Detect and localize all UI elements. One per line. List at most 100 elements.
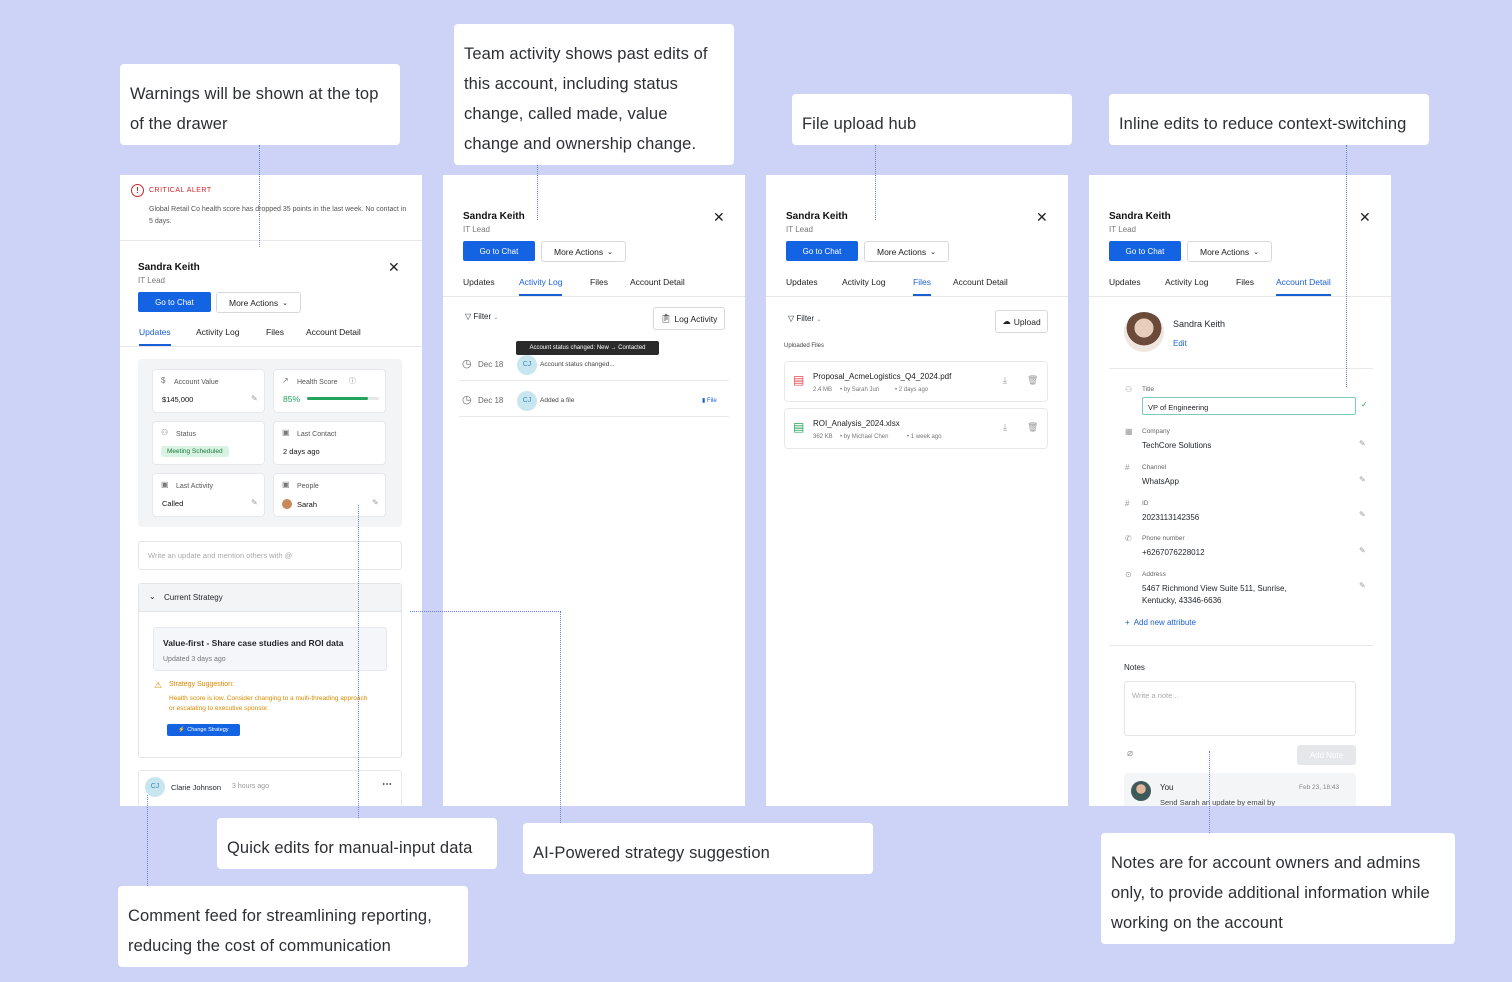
download-icon[interactable]: ⤓ [1003,422,1007,433]
activity-date: Dec 18 [478,360,504,369]
close-icon[interactable]: ✕ [388,259,400,276]
filter-icon: ▽ [788,314,795,323]
close-icon[interactable]: ✕ [1036,209,1048,226]
note-text: Send Sarah an update by email by [1160,798,1276,806]
comment-author: Clarie Johnson [171,783,222,792]
strategy-header[interactable]: ⌄ Current Strategy [139,584,401,612]
upload-button[interactable]: ☁ Upload [995,310,1048,333]
title-input[interactable]: VP of Engineering [1142,397,1356,415]
tab-account-detail[interactable]: Account Detail [1276,277,1331,296]
more-actions-button[interactable]: More Actions ⌄ [1187,241,1272,262]
metric-last-contact: ▣ Last Contact 2 days ago [273,421,386,465]
panel-files: Sandra Keith IT Lead ✕ Go to Chat More A… [766,175,1068,806]
callout-team-activity: Team activity shows past edits of this a… [454,24,734,165]
connector-line [410,611,561,612]
change-strategy-button[interactable]: ⚡ Change Strategy [167,724,240,736]
filter-button[interactable]: ▽ Filter ⌄ [788,314,821,323]
tab-updates[interactable]: Updates [786,277,818,287]
tab-files[interactable]: Files [266,327,284,337]
tab-account-detail[interactable]: Account Detail [953,277,1008,287]
pencil-icon[interactable]: ✎ [372,498,379,507]
uploaded-files-label: Uploaded Files [784,343,825,349]
company-value: TechCore Solutions [1142,441,1212,450]
pencil-icon[interactable]: ✎ [1359,475,1366,484]
note-input[interactable]: Write a note... [1124,681,1356,736]
check-icon[interactable]: ✓ [1361,400,1368,409]
trash-icon[interactable]: 🗑︎ [1027,422,1038,433]
panel-updates: ! CRITICAL ALERT Global Retail Co health… [120,175,422,806]
pencil-icon[interactable]: ✎ [1359,510,1366,519]
tab-bar: Updates Activity Log Files Account Detai… [766,275,1068,297]
tab-files[interactable]: Files [913,277,931,296]
critical-alert-banner: ! CRITICAL ALERT Global Retail Co health… [120,175,422,241]
tab-activity-log[interactable]: Activity Log [842,277,885,287]
close-icon[interactable]: ✕ [713,209,725,226]
file-icon: ▮ [702,398,706,404]
download-icon[interactable]: ⤓ [1003,375,1007,386]
add-attribute-link[interactable]: + Add new attribute [1125,618,1196,627]
tab-account-detail[interactable]: Account Detail [306,327,361,337]
tab-account-detail[interactable]: Account Detail [630,277,685,287]
go-to-chat-button[interactable]: Go to Chat [138,292,211,312]
pencil-icon[interactable]: ✎ [251,498,258,507]
activity-entry[interactable]: ◷ Dec 18 CJ Account status changed... [459,347,729,381]
avatar [1124,312,1164,352]
pencil-icon[interactable]: ✎ [1359,546,1366,555]
tab-activity-log[interactable]: Activity Log [196,327,239,337]
filter-label: Filter [473,312,492,321]
add-note-label: Add Note [1309,750,1344,760]
panel-activity-log: Sandra Keith IT Lead ✕ Go to Chat More A… [443,175,745,806]
paperclip-icon[interactable]: ⌀ [1127,748,1133,759]
file-item[interactable]: ▤ Proposal_AcmeLogistics_Q4_2024.pdf 2.4… [784,361,1048,402]
chevron-down-icon: ⌄ [930,248,936,256]
close-icon[interactable]: ✕ [1359,209,1371,226]
chevron-down-icon: ⌄ [1253,248,1259,256]
go-to-chat-button[interactable]: Go to Chat [1109,241,1181,261]
health-score-label: Health Score [297,379,338,386]
tab-updates[interactable]: Updates [463,277,495,287]
spreadsheet-file-icon: ▤ [793,420,805,434]
file-size: 2.4 MB [813,387,833,393]
tab-activity-log[interactable]: Activity Log [519,277,563,296]
go-to-chat-button[interactable]: Go to Chat [463,241,535,261]
contact-name: Sandra Keith [1109,211,1171,222]
more-actions-button[interactable]: More Actions ⌄ [864,241,949,262]
edit-profile-link[interactable]: Edit [1173,339,1187,348]
activity-entry[interactable]: ◷ Dec 18 CJ Added a file ▮ File [459,383,729,417]
file-tag[interactable]: ▮ File [702,397,717,404]
pencil-icon[interactable]: ✎ [1359,581,1366,590]
update-input[interactable]: Write an update and mention others with … [138,541,402,570]
callout-warnings: Warnings will be shown at the top of the… [120,64,400,145]
users-icon: ⚇ [161,428,169,437]
connector-line [259,145,260,247]
pencil-icon[interactable]: ✎ [1359,439,1366,448]
file-item[interactable]: ▤ ROI_Analysis_2024.xlsx 362 KB • by Mic… [784,408,1048,449]
strategy-card: Value-first - Share case studies and ROI… [153,627,387,671]
building-icon: ▦ [1125,427,1133,436]
more-actions-label: More Actions [876,246,927,257]
more-icon[interactable]: ⋯ [382,779,392,790]
status-badge[interactable]: Meeting Scheduled [161,446,229,457]
tab-files[interactable]: Files [590,277,608,287]
change-strategy-label: Change Strategy [187,727,229,733]
update-input-placeholder: Write an update and mention others with … [148,551,293,560]
contact-name: Sandra Keith [786,211,848,222]
file-name: ROI_Analysis_2024.xlsx [813,419,900,428]
more-actions-button[interactable]: More Actions ⌄ [216,292,301,313]
trash-icon[interactable]: 🗑︎ [1027,375,1038,386]
calendar-icon: ▣ [161,480,169,489]
calendar-icon: ▣ [282,428,290,437]
more-actions-button[interactable]: More Actions ⌄ [541,241,626,262]
add-note-button[interactable]: Add Note [1297,745,1356,765]
channel-value: WhatsApp [1142,477,1179,486]
metric-account-value: $ Account Value $145,000 ✎ [152,369,265,413]
tab-updates[interactable]: Updates [1109,277,1141,287]
log-activity-button[interactable]: 📋︎ Log Activity [653,307,725,330]
tab-updates[interactable]: Updates [139,327,171,346]
tab-activity-log[interactable]: Activity Log [1165,277,1208,287]
filter-button[interactable]: ▽ Filter ⌄ [465,312,498,321]
comment-item: CJ Clarie Johnson 3 hours ago ⋯ [138,770,402,806]
pencil-icon[interactable]: ✎ [251,394,258,403]
go-to-chat-button[interactable]: Go to Chat [786,241,858,261]
tab-files[interactable]: Files [1236,277,1254,287]
